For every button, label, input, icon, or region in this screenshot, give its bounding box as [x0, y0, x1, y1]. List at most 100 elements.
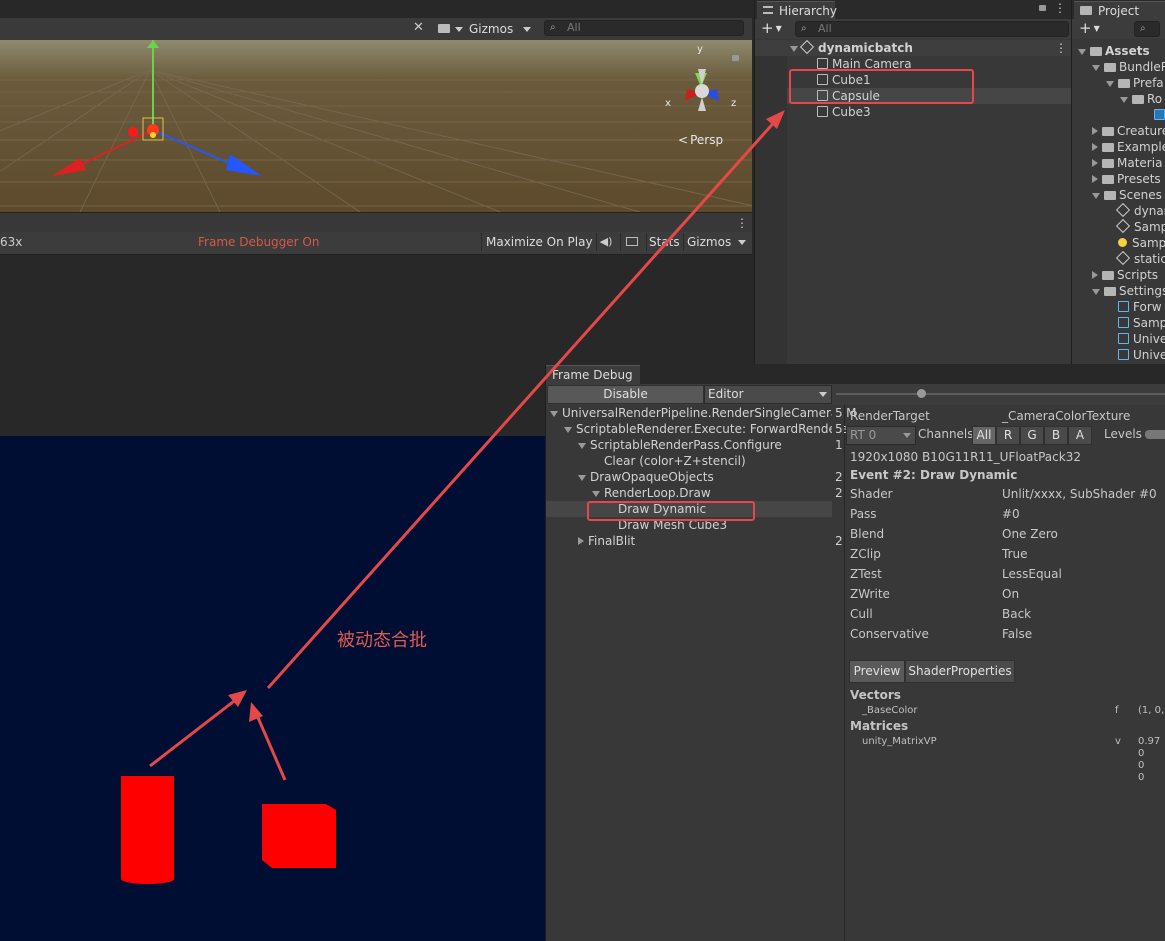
unity-scene-icon	[1115, 250, 1131, 266]
more-options-icon[interactable]: ⋮	[736, 216, 748, 230]
project-item-materia[interactable]: Materia	[1092, 155, 1162, 171]
project-item-presets[interactable]: Presets	[1092, 171, 1161, 187]
grid-layout-icon[interactable]	[620, 233, 645, 251]
project-item-unive1[interactable]: Unive	[1118, 331, 1165, 347]
project-tab[interactable]: Project	[1074, 1, 1165, 20]
project-item-scene-dynar[interactable]: dynar	[1115, 202, 1165, 219]
hierarchy-tab[interactable]: Hierarchy	[757, 1, 837, 20]
channel-b-button[interactable]: B	[1044, 426, 1068, 445]
project-item-ro[interactable]: Ro	[1120, 91, 1162, 107]
prop-value-conservative: False	[1002, 627, 1033, 641]
matrix-value-1: 0	[1138, 748, 1145, 759]
game-gizmos-dropdown-icon[interactable]	[738, 240, 746, 245]
project-item-unive2[interactable]: Unive	[1118, 347, 1165, 363]
prop-key-ztest: ZTest	[850, 567, 882, 581]
frame-debug-panel: Frame Debug Disable Editor UniversalRend…	[545, 364, 1165, 941]
hierarchy-lock-icon[interactable]	[1039, 5, 1046, 11]
frame-debug-tab[interactable]: Frame Debug	[546, 365, 640, 384]
scene-root-row[interactable]: dynamicbatch ⋮	[755, 39, 1071, 56]
project-add-button[interactable]: + ▼	[1079, 20, 1100, 37]
unity-scene-icon	[799, 39, 815, 55]
frame-debug-tab-bar: Frame Debug	[546, 364, 1165, 384]
project-item-scenes[interactable]: Scenes	[1092, 187, 1162, 203]
event-row-configure[interactable]: ScriptableRenderPass.Configure	[578, 437, 782, 453]
project-item-prefab-asset[interactable]: r	[1154, 107, 1165, 123]
project-item-assets[interactable]: Assets	[1078, 43, 1150, 59]
stats-button[interactable]: Stats	[646, 233, 682, 251]
tab-shader-properties[interactable]: ShaderProperties	[905, 660, 1015, 683]
channel-a-button[interactable]: A	[1068, 426, 1092, 445]
hierarchy-search-placeholder: All	[818, 22, 832, 35]
event-row-draw-opaque[interactable]: DrawOpaqueObjects	[578, 469, 714, 485]
event-slider-handle[interactable]	[917, 389, 926, 398]
event-title: Event #2: Draw Dynamic	[850, 468, 1018, 482]
project-tree: Assets BundleR Prefa Ro r Creature Examp…	[1072, 43, 1165, 364]
matrix-name: unity_MatrixVP	[862, 736, 937, 747]
scene-name: dynamicbatch	[818, 41, 913, 55]
tools-icon[interactable]: ✕	[413, 21, 427, 35]
project-item-scene-samp[interactable]: Samp	[1115, 218, 1165, 235]
target-dropdown[interactable]: Editor	[704, 385, 832, 404]
hierarchy-panel: Hierarchy ⋮ + ▼ ⌕ All dynamicbatch ⋮ Main…	[754, 0, 1071, 364]
event-row-renderer-execute[interactable]: ScriptableRenderer.Execute: ForwardRende…	[564, 421, 848, 437]
project-item-samp2[interactable]: Samp	[1118, 315, 1165, 331]
event-row-finalblit[interactable]: FinalBlit	[578, 533, 635, 549]
project-item-lighting-samp[interactable]: Samp	[1118, 235, 1165, 251]
vector-name: _BaseColor	[862, 705, 918, 716]
camera-icon[interactable]	[438, 24, 450, 33]
vectors-heading: Vectors	[850, 688, 901, 702]
axis-x-label: x	[665, 98, 671, 109]
event-row-renderloop-draw[interactable]: RenderLoop.Draw	[592, 485, 711, 501]
channel-g-button[interactable]: G	[1020, 426, 1044, 445]
hierarchy-add-button[interactable]: + ▼	[761, 20, 782, 37]
frame-debug-toolbar: Disable Editor	[546, 384, 1165, 405]
tab-preview[interactable]: Preview	[849, 660, 905, 683]
project-item-scene-static[interactable]: static	[1115, 250, 1165, 267]
channel-r-button[interactable]: R	[996, 426, 1020, 445]
scene-menu-icon[interactable]: ⋮	[1055, 40, 1067, 56]
hierarchy-item-cube3[interactable]: Cube3	[817, 104, 871, 120]
scene-search-placeholder: All	[567, 21, 581, 34]
scene-viewport[interactable]: y x z < Persp	[0, 40, 752, 212]
project-item-prefabs[interactable]: Prefa	[1106, 75, 1164, 91]
scene-gizmos-button[interactable]: Gizmos	[469, 21, 513, 37]
project-item-forw[interactable]: Forw	[1118, 299, 1162, 315]
disable-button[interactable]: Disable	[547, 385, 704, 404]
project-item-bundler[interactable]: BundleR	[1092, 59, 1165, 75]
game-gizmos-button[interactable]: Gizmos	[683, 233, 734, 251]
event-row-render-camera[interactable]: UniversalRenderPipeline.RenderSingleCame…	[550, 405, 857, 421]
frame-debugger-status: Frame Debugger On	[198, 235, 320, 249]
audio-mute-icon[interactable]: ◀)	[596, 233, 615, 251]
scene-gizmos-dropdown-icon[interactable]	[523, 27, 531, 32]
levels-slider[interactable]	[1145, 430, 1165, 439]
camera-dropdown-icon[interactable]	[455, 27, 463, 32]
lightbulb-icon	[1118, 238, 1127, 247]
project-search-input[interactable]: ⌕	[1134, 21, 1160, 37]
matrices-heading: Matrices	[850, 719, 909, 733]
project-item-creature[interactable]: Creature	[1092, 123, 1165, 139]
persp-label[interactable]: < Persp	[678, 133, 723, 147]
project-item-settings[interactable]: Settings	[1092, 283, 1165, 299]
hierarchy-menu-icon[interactable]: ⋮	[1054, 1, 1066, 15]
game-scale-label[interactable]: 63x	[0, 235, 22, 249]
project-item-example[interactable]: Example	[1092, 139, 1165, 155]
rt-select[interactable]: RT 0	[846, 426, 916, 445]
lock-icon[interactable]	[732, 55, 739, 61]
axis-y-label: y	[697, 44, 703, 55]
matrix-type: v	[1115, 736, 1121, 747]
hierarchy-search-input[interactable]: ⌕ All	[795, 21, 1069, 37]
format-text: 1920x1080 B10G11R11_UFloatPack32	[850, 450, 1081, 464]
event-row-clear[interactable]: Clear (color+Z+stencil)	[604, 453, 746, 469]
event-slider[interactable]	[836, 389, 1165, 398]
scene-search-input[interactable]: ⌕ All	[544, 20, 744, 36]
maximize-on-play-button[interactable]: Maximize On Play	[481, 233, 597, 251]
prop-value-ztest: LessEqual	[1002, 567, 1062, 581]
game-render-view[interactable]	[0, 436, 545, 941]
search-icon: ⌕	[550, 22, 556, 33]
item-label: Cube3	[832, 105, 871, 119]
hierarchy-gutter	[755, 40, 787, 364]
channel-all-button[interactable]: All	[972, 426, 996, 445]
chevron-down-icon	[903, 433, 911, 438]
prop-key-blend: Blend	[850, 527, 885, 541]
project-item-scripts[interactable]: Scripts	[1092, 267, 1158, 283]
